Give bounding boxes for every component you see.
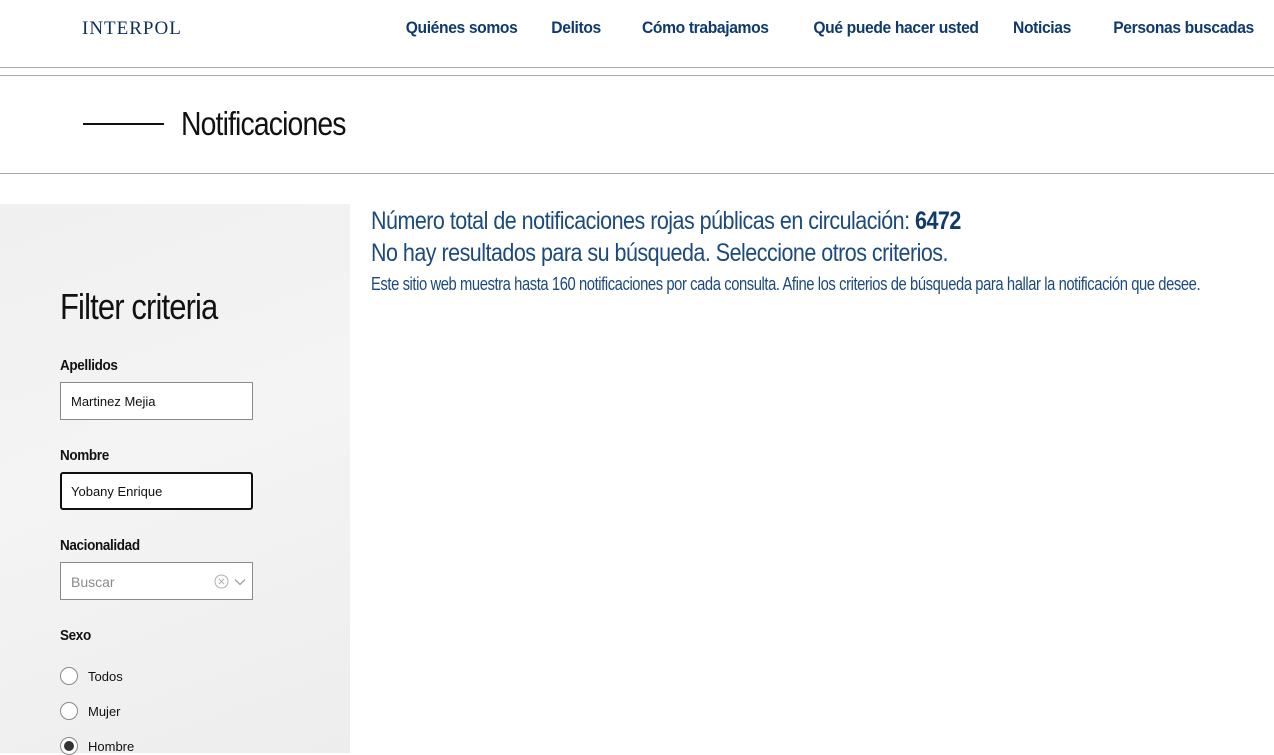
filter-sidebar: Filter criteria Apellidos Nombre Naciona… bbox=[0, 204, 350, 755]
radio-label-mujer: Mujer bbox=[88, 703, 121, 719]
forename-input[interactable] bbox=[60, 472, 253, 510]
nav-item-noticias[interactable]: Noticias bbox=[1013, 18, 1071, 38]
interpol-logo[interactable]: INTERPOL bbox=[82, 18, 182, 40]
top-navigation-bar: INTERPOL Quiénes somos Delitos Cómo trab… bbox=[0, 0, 1274, 68]
results-panel: Número total de notificaciones rojas púb… bbox=[371, 205, 1261, 297]
main-nav: Quiénes somos Delitos Cómo trabajamos Qu… bbox=[366, 18, 1254, 38]
nationality-placeholder: Buscar bbox=[71, 574, 115, 590]
total-notices-count: 6472 bbox=[915, 207, 961, 235]
nav-item-personas-buscadas[interactable]: Personas buscadas bbox=[1113, 18, 1254, 38]
sex-option-todos[interactable]: Todos bbox=[60, 667, 123, 685]
surname-input[interactable] bbox=[60, 382, 253, 420]
title-rule bbox=[83, 123, 164, 125]
radio-mujer[interactable] bbox=[60, 702, 78, 720]
results-limit-info: Este sitio web muestra hasta 160 notific… bbox=[371, 274, 1201, 294]
radio-hombre[interactable] bbox=[60, 737, 78, 755]
nav-item-quienes-somos[interactable]: Quiénes somos bbox=[405, 18, 517, 38]
clear-icon[interactable] bbox=[214, 574, 229, 589]
sex-option-hombre[interactable]: Hombre bbox=[60, 737, 134, 755]
sex-option-mujer[interactable]: Mujer bbox=[60, 702, 121, 720]
radio-todos[interactable] bbox=[60, 667, 78, 685]
nav-item-delitos[interactable]: Delitos bbox=[551, 18, 601, 38]
nav-item-como-trabajamos[interactable]: Cómo trabajamos bbox=[642, 18, 769, 38]
page-title: Notificaciones bbox=[181, 105, 346, 142]
total-notices-text: Número total de notificaciones rojas púb… bbox=[371, 207, 910, 235]
title-divider bbox=[0, 173, 1274, 174]
header-divider bbox=[0, 75, 1274, 76]
nationality-select[interactable]: Buscar bbox=[60, 562, 253, 600]
filter-criteria-heading: Filter criteria bbox=[60, 286, 218, 327]
no-results-message: No hay resultados para su búsqueda. Sele… bbox=[371, 239, 949, 267]
surname-label: Apellidos bbox=[60, 357, 118, 374]
nav-item-que-puede-hacer-usted[interactable]: Qué puede hacer usted bbox=[813, 18, 979, 38]
nationality-label: Nacionalidad bbox=[60, 537, 140, 554]
sex-label: Sexo bbox=[60, 627, 91, 644]
chevron-down-icon[interactable] bbox=[233, 575, 247, 589]
radio-label-hombre: Hombre bbox=[88, 738, 135, 754]
total-notices-line: Número total de notificaciones rojas púb… bbox=[371, 205, 1136, 237]
forename-label: Nombre bbox=[60, 447, 109, 464]
radio-label-todos: Todos bbox=[88, 668, 123, 684]
